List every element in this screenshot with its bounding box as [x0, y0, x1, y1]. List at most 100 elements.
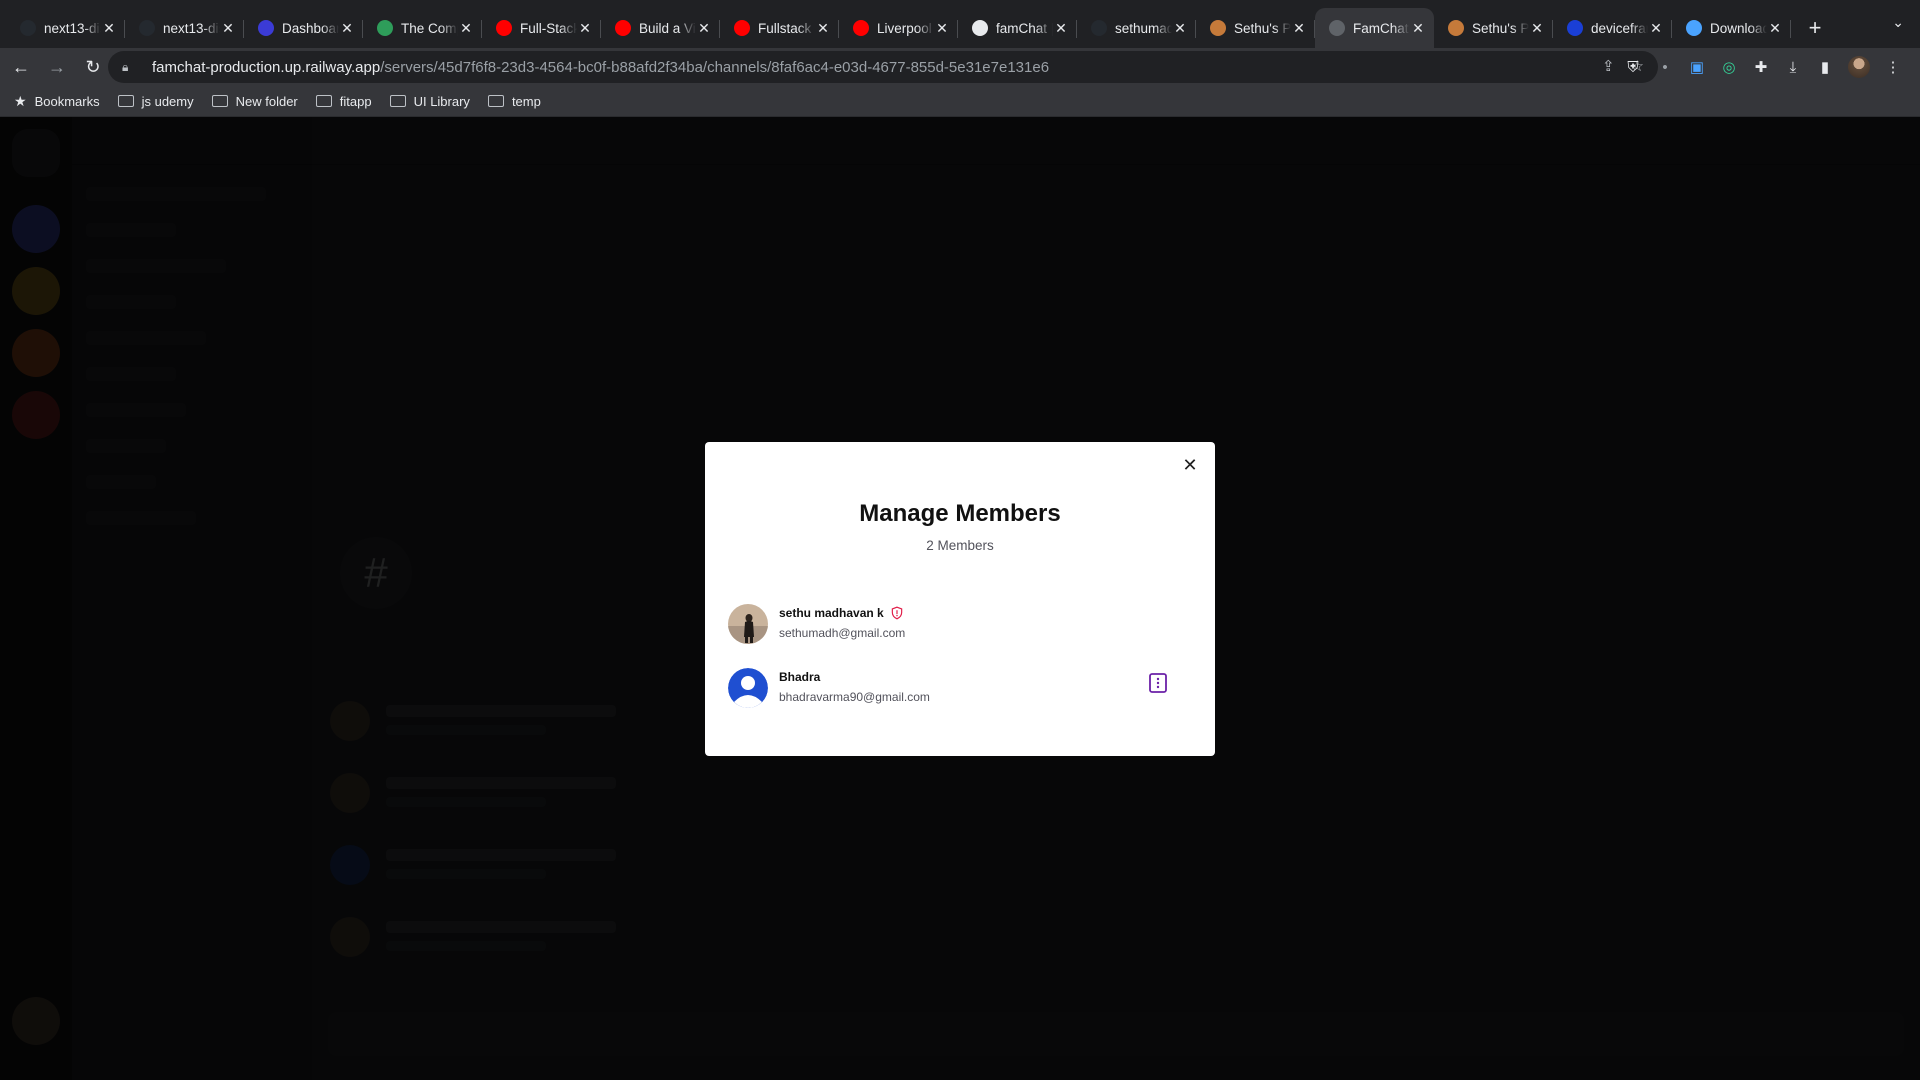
bookmark-folders: js udemy New folder fitapp UI Library temp — [117, 93, 559, 109]
bookmark-folder-label: UI Library — [413, 93, 470, 109]
bookmarks-label: Bookmarks — [34, 93, 100, 109]
reload-button[interactable]: ↻ — [78, 52, 108, 82]
browser-tab[interactable]: The Complete✕ — [363, 8, 482, 48]
clerk-icon — [258, 20, 274, 36]
browser-tab[interactable]: Sethu's Portfolio✕ — [1434, 8, 1553, 48]
bookmarks-bar: ★ Bookmarks js udemy New folder fitapp UI Li… — [0, 86, 1920, 117]
tab-close-icon[interactable]: ✕ — [696, 20, 712, 37]
youtube-icon — [615, 20, 631, 36]
bookmark-folder[interactable]: fitapp — [315, 93, 372, 109]
browser-tab[interactable]: FamChat ✕ — [1315, 8, 1434, 48]
member-avatar — [728, 604, 768, 644]
browser-tab[interactable]: Liverpool ✕ — [839, 8, 958, 48]
browser-tab[interactable]: next13-discord✕ — [125, 8, 244, 48]
back-button[interactable]: ← — [6, 52, 36, 82]
browser-tab[interactable]: Fullstack ✕ — [720, 8, 839, 48]
member-avatar — [728, 668, 768, 708]
kebab-menu-icon[interactable]: ⋮ — [1884, 58, 1902, 76]
puzzle-icon[interactable]: ✚ — [1752, 58, 1770, 76]
circle-extension-icon[interactable]: ◎ — [1720, 58, 1738, 76]
bookmark-folder[interactable]: temp — [487, 93, 541, 109]
tab-title: Liverpool — [877, 20, 932, 36]
tab-close-icon[interactable]: ✕ — [1529, 20, 1545, 37]
close-icon[interactable]: ✕ — [1179, 454, 1201, 476]
manage-members-dialog: ✕ Manage Members 2 Members sethu madhava… — [705, 442, 1215, 756]
tab-title: Fullstack — [758, 20, 812, 36]
member-name: Bhadra — [779, 670, 820, 684]
address-bar[interactable]: 🔒︎ famchat-production.up.railway.app/ser… — [108, 51, 1658, 83]
bookmark-folder-label: New folder — [235, 93, 298, 109]
bookmark-folder-label: temp — [511, 93, 541, 109]
globe-icon — [1329, 20, 1345, 36]
dialog-title: Manage Members — [859, 500, 1061, 527]
github-icon — [1091, 20, 1107, 36]
bookmark-folder-label: js udemy — [141, 93, 194, 109]
tab-close-icon[interactable]: ✕ — [815, 20, 831, 37]
download-icon[interactable]: ⤓ — [1784, 58, 1802, 76]
profile-avatar[interactable] — [1848, 56, 1870, 78]
new-tab-icon[interactable]: + — [1795, 8, 1835, 48]
bookmark-folder[interactable]: js udemy — [117, 93, 194, 109]
browser-tab[interactable]: deviceframes✕ — [1553, 8, 1672, 48]
folder-icon — [117, 95, 134, 107]
forward-button[interactable]: → — [42, 52, 72, 82]
tab-close-icon[interactable]: ✕ — [458, 20, 474, 37]
browser-tab[interactable]: Build a Video✕ — [601, 8, 720, 48]
tab-separator — [1790, 20, 1791, 38]
bookmark-folder-label: fitapp — [339, 93, 372, 109]
stripes-icon — [1210, 20, 1226, 36]
browser-toolbar: ← → ↻ 🔒︎ famchat-production.up.railway.a… — [0, 48, 1920, 86]
extensions-area: ⛨ • ▣ ◎ ✚ ⤓ ▮ ⋮ — [1624, 48, 1920, 86]
tab-search-chevron-icon[interactable]: ⌄ — [1892, 14, 1904, 31]
bookmark-folder[interactable]: UI Library — [389, 93, 470, 109]
tab-close-icon[interactable]: ✕ — [1648, 20, 1664, 37]
folder-icon — [389, 95, 406, 107]
share-icon[interactable]: ⇪ — [1602, 57, 1615, 75]
tab-title: Sethu's Portfolio — [1472, 20, 1529, 36]
browser-tab[interactable]: sethumadhavan✕ — [1077, 8, 1196, 48]
browser-tab[interactable]: Sethu's Portfolio✕ — [1196, 8, 1315, 48]
tab-close-icon[interactable]: ✕ — [1053, 20, 1069, 37]
tab-close-icon[interactable]: ✕ — [1172, 20, 1188, 37]
browser-tab[interactable]: Full-Stack ✕ — [482, 8, 601, 48]
member-row: Bhadra bhadravarma90@gmail.com — [728, 666, 1188, 710]
tab-close-icon[interactable]: ✕ — [934, 20, 950, 37]
tab-close-icon[interactable]: ✕ — [1767, 20, 1783, 37]
browser-tab[interactable]: Dashboard✕ — [244, 8, 363, 48]
tab-close-icon[interactable]: ✕ — [101, 20, 117, 37]
tab-close-icon[interactable]: ✕ — [1291, 20, 1307, 37]
shield-extension-icon[interactable]: ⛨ — [1624, 58, 1642, 76]
tab-title: next13-discord — [44, 20, 101, 36]
tab-title: Full-Stack — [520, 20, 577, 36]
tab-close-icon[interactable]: ✕ — [577, 20, 593, 37]
browser-tab[interactable]: famChat | ✕ — [958, 8, 1077, 48]
star-icon: ★ — [14, 92, 27, 109]
tab-title: FamChat — [1353, 20, 1409, 36]
folder-icon — [315, 95, 332, 107]
bookmarks-button[interactable]: ★ Bookmarks — [14, 93, 100, 110]
side-panel-icon[interactable]: ▮ — [1816, 58, 1834, 76]
extension-dot-icon[interactable]: • — [1656, 58, 1674, 76]
member-email: bhadravarma90@gmail.com — [779, 690, 930, 704]
browser-chrome: next13-discord✕next13-discord✕Dashboard✕… — [0, 0, 1920, 117]
url-text[interactable]: famchat-production.up.railway.app/server… — [152, 59, 1049, 76]
github-icon — [139, 20, 155, 36]
tab-close-icon[interactable]: ✕ — [1410, 20, 1426, 37]
folder-icon — [211, 95, 228, 107]
tab-title: famChat | — [996, 20, 1053, 36]
bookmark-folder[interactable]: New folder — [211, 93, 298, 109]
tab-title: Download — [1710, 20, 1767, 36]
member-name-text: Bhadra — [779, 670, 821, 684]
tab-close-icon[interactable]: ✕ — [339, 20, 355, 37]
tab-title: next13-discord — [163, 20, 220, 36]
youtube-icon — [734, 20, 750, 36]
tab-title: Dashboard — [282, 20, 339, 36]
browser-tab[interactable]: Download ✕ — [1672, 8, 1791, 48]
tab-close-icon[interactable]: ✕ — [220, 20, 236, 37]
browser-tab[interactable]: next13-discord✕ — [6, 8, 125, 48]
lock-icon[interactable]: 🔒︎ — [122, 60, 138, 75]
url-path: /servers/45d7f6f8-23d3-4564-bc0f-b88afd2… — [380, 58, 1050, 76]
famchat-icon — [972, 20, 988, 36]
translate-extension-icon[interactable]: ▣ — [1688, 58, 1706, 76]
member-actions-menu-icon[interactable] — [1149, 673, 1167, 693]
